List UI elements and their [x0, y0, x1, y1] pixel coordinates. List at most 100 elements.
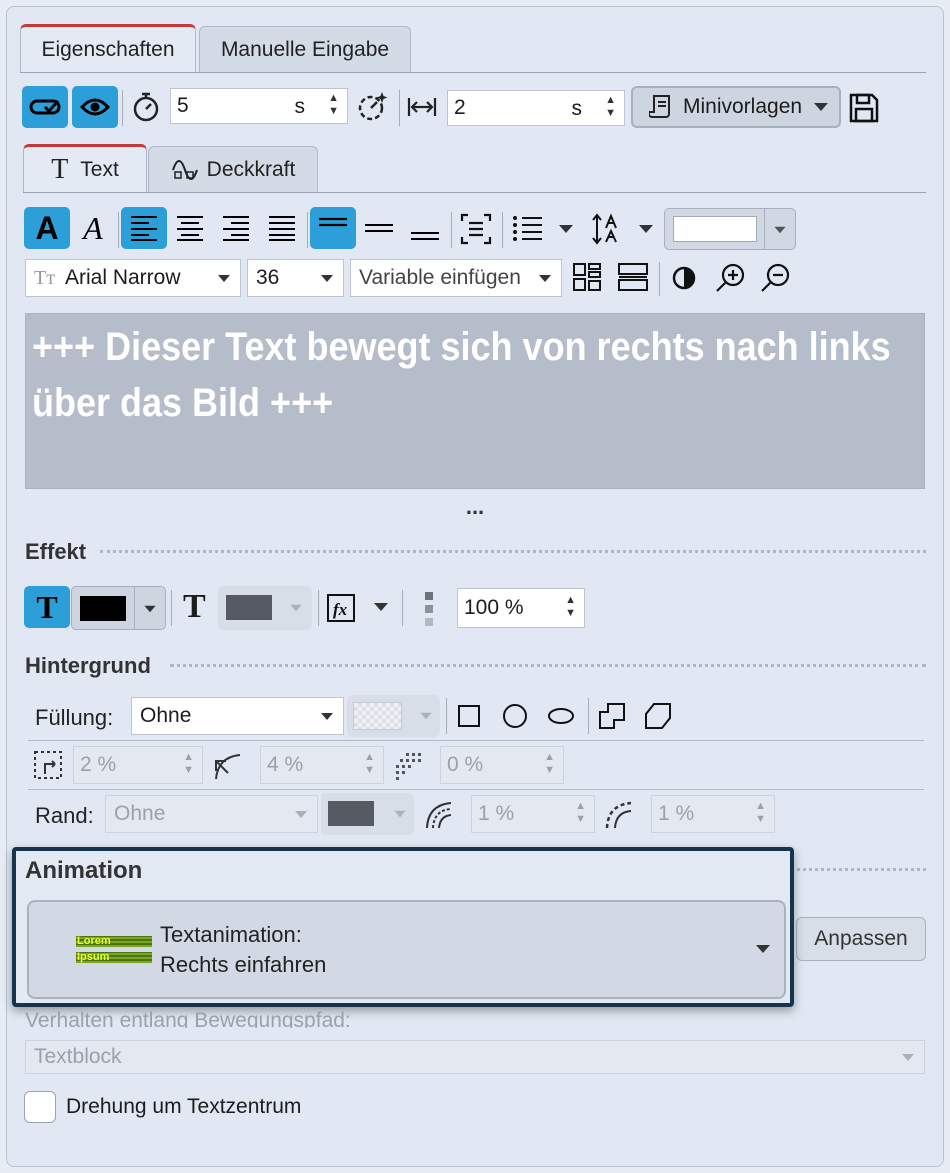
align-left-button[interactable] [121, 207, 167, 249]
align-left-icon [131, 216, 157, 241]
qr-layout-icon[interactable] [572, 262, 602, 292]
list-icon[interactable] [512, 214, 544, 244]
effect-color-picker[interactable] [71, 586, 166, 630]
timer-sparkle-icon[interactable] [355, 89, 389, 123]
stopwatch-icon [133, 92, 159, 122]
font-size-select[interactable]: 36 [247, 259, 344, 297]
border-radius-input[interactable]: 1 % ▲ ▼ [651, 795, 775, 833]
separator [318, 590, 319, 626]
align-justify-button[interactable] [259, 207, 305, 249]
separator [399, 90, 400, 126]
divider [20, 72, 926, 73]
opacity-wave-icon [171, 159, 198, 180]
separator [502, 212, 503, 248]
lorem-ipsum-thumbnail: Lorem Ipsum [76, 933, 152, 967]
separator [171, 590, 172, 626]
spacing-dropdown-icon[interactable] [639, 225, 653, 233]
spin-arrows[interactable]: ▲ ▼ [575, 800, 586, 826]
border-radius-value: 1 % [658, 802, 695, 825]
circle-shape-icon[interactable] [503, 704, 527, 728]
visibility-toggle-button[interactable] [22, 86, 68, 128]
spin-arrows[interactable]: ▲ ▼ [565, 594, 576, 620]
border-width-icon [426, 802, 452, 829]
notched-shape-icon[interactable] [598, 702, 626, 730]
soft-edge-value: 0 % [447, 753, 484, 776]
ellipse-shape-icon[interactable] [546, 706, 576, 726]
transparent-swatch [353, 702, 402, 730]
section-divider [100, 550, 926, 553]
valign-middle-button[interactable] [356, 207, 402, 249]
shadow-t-icon[interactable]: T [183, 588, 206, 626]
transition-duration-input[interactable]: 2 s ▲ ▼ [447, 90, 625, 126]
fill-color-picker[interactable] [347, 695, 440, 737]
path-behaviour-select[interactable]: Textblock [25, 1040, 925, 1074]
line-spacing-icon[interactable] [590, 212, 624, 246]
chevron-down-icon [420, 712, 432, 720]
effect-dropdown-icon[interactable] [374, 603, 388, 611]
spin-arrows[interactable]: ▲ ▼ [544, 751, 555, 777]
spin-arrows[interactable]: ▲ ▼ [364, 751, 375, 777]
chevron-down-icon [394, 810, 406, 818]
rotation-checkbox[interactable] [24, 1091, 56, 1123]
corner-radius-input[interactable]: 4 % ▲ ▼ [260, 746, 384, 784]
cut-corner-shape-icon[interactable] [644, 702, 672, 730]
tab-manuelle-eingabe[interactable]: Manuelle Eingabe [199, 26, 411, 72]
fit-text-icon[interactable] [460, 213, 492, 245]
tab-eigenschaften[interactable]: Eigenschaften [20, 24, 196, 72]
align-right-icon [223, 216, 249, 241]
italic-button[interactable]: A [70, 207, 116, 249]
text-outline-button[interactable]: T [24, 586, 70, 628]
text-t-icon: T [51, 153, 69, 185]
spin-arrows[interactable]: ▲ ▼ [328, 92, 339, 118]
variable-select[interactable]: Variable einfügen [350, 259, 562, 297]
shadow-color-picker[interactable] [218, 586, 312, 630]
text-editor[interactable]: +++ Dieser Text bewegt sich von rechts n… [25, 313, 925, 489]
eye-icon [80, 98, 110, 116]
tab-deckkraft[interactable]: Deckkraft [148, 146, 318, 192]
section-divider [170, 664, 926, 667]
soft-edge-input[interactable]: 0 % ▲ ▼ [440, 746, 564, 784]
preview-button[interactable] [72, 86, 118, 128]
animation-highlight: Animation Lorem Ipsum Textanimation: Rec… [12, 847, 794, 1007]
font-family-select[interactable]: Tт Arial Narrow [25, 259, 241, 297]
animation-select[interactable]: Lorem Ipsum Textanimation: Rechts einfah… [27, 900, 786, 999]
split-rows-icon[interactable] [617, 262, 649, 292]
chevron-down-icon [814, 103, 829, 111]
spin-arrows[interactable]: ▲ ▼ [605, 94, 616, 120]
duration-input[interactable]: 5 s ▲ ▼ [170, 88, 348, 124]
contrast-icon[interactable] [672, 266, 696, 290]
fill-select[interactable]: Ohne [131, 697, 344, 735]
zoom-out-icon[interactable] [760, 262, 792, 294]
minivorlagen-label: Minivorlagen [683, 95, 803, 118]
bold-button[interactable]: A [24, 207, 70, 249]
function-effect-icon[interactable]: fx [327, 594, 355, 622]
spin-arrows[interactable]: ▲ ▼ [183, 751, 194, 777]
align-center-button[interactable] [167, 207, 213, 249]
rectangle-shape-icon[interactable] [457, 704, 481, 728]
border-color-picker[interactable] [321, 793, 414, 835]
valign-bottom-button[interactable] [402, 207, 448, 249]
spin-arrows[interactable]: ▲ ▼ [755, 800, 766, 826]
thumb-line: Lorem [77, 935, 111, 947]
opacity-value: 100 % [464, 596, 524, 619]
list-dropdown-icon[interactable] [559, 225, 573, 233]
zoom-in-icon[interactable] [715, 262, 747, 294]
section-effekt-title: Effekt [25, 539, 87, 564]
align-right-button[interactable] [213, 207, 259, 249]
effect-opacity-input[interactable]: 100 % ▲ ▼ [457, 588, 585, 628]
border-select[interactable]: Ohne [105, 795, 318, 833]
separator [659, 262, 660, 296]
fill-label: Füllung: [35, 705, 114, 730]
tab-text[interactable]: T Text [23, 144, 147, 192]
text-color-picker[interactable] [664, 208, 796, 250]
border-label: Rand: [35, 803, 94, 828]
padding-input[interactable]: 2 % ▲ ▼ [73, 746, 203, 784]
chevron-down-icon [321, 713, 333, 720]
minivorlagen-button[interactable]: Minivorlagen [631, 86, 841, 128]
more-options-handle[interactable]: ... [455, 494, 495, 520]
save-icon[interactable] [849, 93, 879, 123]
valign-top-button[interactable] [310, 207, 356, 249]
separator [764, 209, 765, 249]
border-width-input[interactable]: 1 % ▲ ▼ [471, 795, 595, 833]
anpassen-button[interactable]: Anpassen [796, 917, 926, 961]
